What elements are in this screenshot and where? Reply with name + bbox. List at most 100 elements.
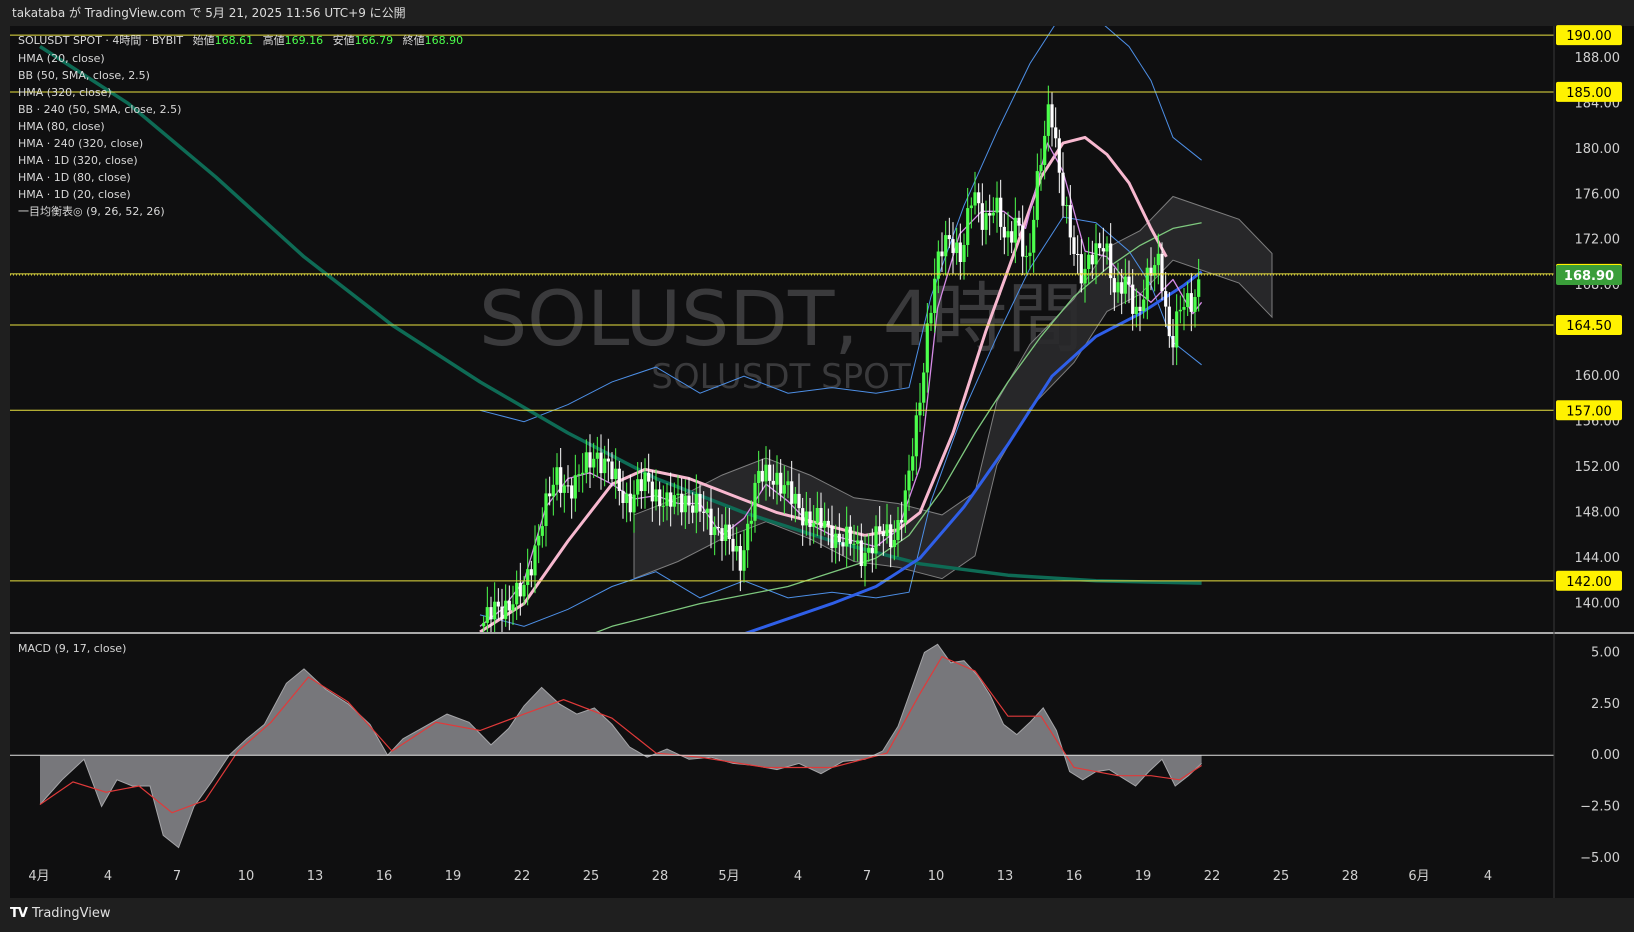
candle-body xyxy=(980,203,984,230)
legend-indicator-2[interactable]: BB (50, SMA, close, 2.5) xyxy=(18,69,150,82)
candle-body xyxy=(966,208,970,245)
candle-body xyxy=(991,212,995,216)
candle-body xyxy=(584,452,588,473)
candle-body xyxy=(837,533,841,543)
candle-body xyxy=(1024,256,1028,258)
candle-body xyxy=(493,601,497,620)
candle-body xyxy=(529,569,533,576)
candle-body xyxy=(1171,336,1175,348)
legend-indicator-10[interactable]: 一目均衡表◎ (9, 26, 52, 26) xyxy=(18,204,165,218)
candle-body xyxy=(559,467,563,493)
candle-body xyxy=(867,547,871,553)
time-tick-label-19: 25 xyxy=(1273,869,1290,884)
candle-body xyxy=(570,485,574,499)
candle-body xyxy=(544,493,548,526)
candle-body xyxy=(643,472,647,491)
candle-body xyxy=(669,492,673,507)
time-tick-label-10: 28 xyxy=(652,869,669,884)
candle-body xyxy=(614,468,618,480)
candle-body xyxy=(933,278,937,313)
level-tag-label-5: 157.00 xyxy=(1566,404,1612,419)
candle-body xyxy=(1101,248,1105,252)
candle-body xyxy=(914,415,918,457)
candle-body xyxy=(694,494,698,513)
candle-body xyxy=(973,192,977,206)
candle-body xyxy=(1193,297,1197,312)
price-tick-label-1: 188.00 xyxy=(1575,51,1621,66)
candle-body xyxy=(940,251,944,257)
price-tick-label-11: 144.00 xyxy=(1575,551,1621,566)
level-tag-label-2: 185.00 xyxy=(1566,86,1612,101)
chart-svg[interactable]: SOLUSDT, 4時間 SOLUSDT SPOT 188.00184.0018… xyxy=(0,0,1634,898)
candle-body xyxy=(738,546,742,571)
legend-indicator-5[interactable]: HMA (80, close) xyxy=(18,120,105,133)
candle-body xyxy=(1178,309,1182,312)
macd-tick-label-3: 0.00 xyxy=(1591,748,1620,763)
candle-body xyxy=(654,489,658,502)
candle-body xyxy=(742,550,746,571)
candle-body xyxy=(727,524,731,539)
legend-indicator-4[interactable]: BB · 240 (50, SMA, close, 2.5) xyxy=(18,103,181,116)
legend-open-label: 始値 xyxy=(193,33,215,47)
legend-indicator-7[interactable]: HMA · 1D (320, close) xyxy=(18,154,138,167)
candle-body xyxy=(1028,252,1032,257)
candle-body xyxy=(878,526,882,532)
legend-indicator-1[interactable]: HMA (20, close) xyxy=(18,52,105,65)
candle-body xyxy=(540,526,544,536)
time-tick-label-3: 7 xyxy=(173,869,181,884)
candle-body xyxy=(665,492,669,506)
macd-tick-label-4: −2.50 xyxy=(1580,800,1620,815)
legend-symbol: SOLUSDT SPOT · 4時間 · BYBIT xyxy=(18,34,183,47)
macd-legend[interactable]: MACD (9, 17, close) xyxy=(18,642,126,655)
time-tick-label-22: 4 xyxy=(1484,869,1492,884)
time-tick-label-9: 25 xyxy=(583,869,600,884)
time-tick-label-1: 4月 xyxy=(28,869,49,884)
candle-body xyxy=(533,545,537,576)
candle-body xyxy=(804,511,808,526)
candle-body xyxy=(636,479,640,495)
candle-body xyxy=(1116,282,1120,293)
legend-close-label: 終値 xyxy=(403,33,425,47)
legend-indicator-9[interactable]: HMA · 1D (20, close) xyxy=(18,188,131,201)
candle-body xyxy=(691,505,695,513)
legend-open-value: 168.61 xyxy=(215,34,254,47)
candle-body xyxy=(625,493,629,503)
candle-body xyxy=(918,402,922,416)
footer: TV TradingView xyxy=(0,898,1634,932)
candle-body xyxy=(797,493,801,509)
candle-body xyxy=(768,464,772,481)
candle-body xyxy=(588,452,592,468)
candle-body xyxy=(911,456,915,471)
candle-body xyxy=(1002,226,1006,238)
legend-indicator-6[interactable]: HMA · 240 (320, close) xyxy=(18,137,143,150)
candle-body xyxy=(1043,135,1047,165)
time-tick-label-14: 10 xyxy=(928,869,945,884)
candle-body xyxy=(621,490,625,503)
tradingview-logo[interactable]: TV TradingView xyxy=(10,906,110,921)
candle-body xyxy=(951,239,955,253)
candle-body xyxy=(603,458,607,474)
candle-body xyxy=(947,235,951,240)
candle-body xyxy=(548,493,552,497)
candle-body xyxy=(672,495,676,507)
candle-body xyxy=(969,205,973,209)
candle-body xyxy=(573,475,577,499)
price-tick-label-3: 180.00 xyxy=(1575,142,1621,157)
candle-body xyxy=(647,472,651,482)
candle-body xyxy=(929,312,933,324)
legend-indicator-3[interactable]: HMA (320, close) xyxy=(18,86,112,99)
candle-body xyxy=(1142,299,1146,311)
candle-body xyxy=(735,546,739,552)
time-tick-label-21: 6月 xyxy=(1408,869,1429,884)
candle-body xyxy=(1112,278,1116,293)
candle-body xyxy=(489,607,493,620)
time-tick-label-17: 19 xyxy=(1135,869,1152,884)
time-tick-label-2: 4 xyxy=(104,869,112,884)
candle-body xyxy=(1145,267,1149,300)
legend-indicator-8[interactable]: HMA · 1D (80, close) xyxy=(18,171,131,184)
candle-body xyxy=(907,470,911,491)
candle-body xyxy=(537,535,541,546)
candle-body xyxy=(944,235,948,257)
candle-body xyxy=(698,494,702,512)
candle-body xyxy=(658,489,662,507)
